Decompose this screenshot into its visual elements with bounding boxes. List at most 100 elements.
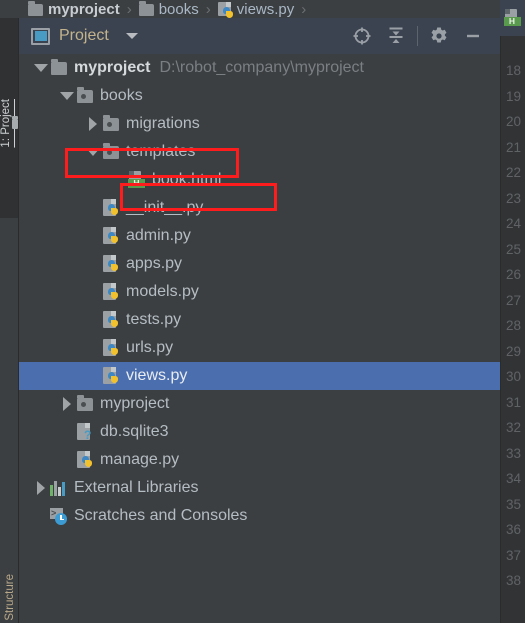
tree-row-toggle xyxy=(84,250,101,278)
settings-button[interactable] xyxy=(422,19,456,53)
line-number: 30 xyxy=(505,369,521,384)
source-folder-icon xyxy=(103,114,119,131)
tree-row-toggle xyxy=(84,334,101,362)
tree-row-label: templates xyxy=(126,143,196,160)
folder-icon xyxy=(12,116,18,129)
tree-row-icon xyxy=(101,142,121,162)
chevron-down-icon[interactable] xyxy=(85,148,100,156)
tree-row-toggle xyxy=(84,194,101,222)
tree-row-icon xyxy=(75,450,95,470)
tree-row-toggle xyxy=(84,306,101,334)
breadcrumb-separator: › xyxy=(205,1,211,18)
folder-icon xyxy=(28,0,43,16)
breadcrumb-item-books[interactable]: books xyxy=(138,0,199,18)
collapse-all-button[interactable] xyxy=(379,19,413,53)
tree-row-toggle[interactable] xyxy=(84,110,101,138)
python-file-icon xyxy=(103,367,119,385)
line-number: 20 xyxy=(505,114,521,129)
tree-row-toggle[interactable] xyxy=(32,54,49,82)
line-number: 34 xyxy=(505,471,521,486)
tree-row-toggle[interactable] xyxy=(84,138,101,166)
python-file-icon xyxy=(103,311,119,329)
sidebar-tab-structure[interactable]: Structure xyxy=(0,545,19,623)
line-number: 29 xyxy=(505,343,521,359)
select-opened-file-button[interactable] xyxy=(345,19,379,53)
tree-row-toggle[interactable] xyxy=(58,390,75,418)
tree-row-label: urls.py xyxy=(126,339,174,356)
breadcrumb-item-myproject[interactable]: myproject xyxy=(28,0,120,18)
tree-row[interactable]: Hbook.html xyxy=(19,166,500,194)
tree-row[interactable]: manage.py xyxy=(19,446,500,474)
tree-row[interactable]: tests.py xyxy=(19,306,500,334)
source-folder-icon xyxy=(77,86,93,103)
tree-row[interactable]: migrations xyxy=(19,110,500,138)
line-number: 26 xyxy=(505,267,521,282)
tree-row-label: manage.py xyxy=(100,451,180,468)
line-number: 38 xyxy=(505,573,521,588)
tree-row[interactable]: __init__.py xyxy=(19,194,500,222)
tree-row-icon xyxy=(101,338,121,358)
tree-row-label: admin.py xyxy=(126,227,191,244)
ide-window: myproject › books › views.py › 1: Projec… xyxy=(0,0,525,623)
tree-row[interactable]: admin.py xyxy=(19,222,500,250)
line-number: 28 xyxy=(505,318,521,333)
tree-row-label: views.py xyxy=(126,367,188,384)
breadcrumb-separator: › xyxy=(301,1,307,18)
tree-row[interactable]: myproject D:\robot_company\myproject xyxy=(19,54,500,82)
chevron-down-icon[interactable] xyxy=(125,33,138,39)
tree-row[interactable]: ? db.sqlite3 xyxy=(19,418,500,446)
python-file-icon xyxy=(217,2,233,18)
tree-row-toggle xyxy=(84,222,101,250)
breadcrumb-label: myproject xyxy=(48,1,120,18)
project-panel-title: Project xyxy=(59,27,109,44)
project-panel-toolbar: Project xyxy=(19,18,500,54)
locate-target-icon xyxy=(353,27,371,45)
tree-row-toggle xyxy=(84,278,101,306)
line-number: 24 xyxy=(505,216,521,231)
chevron-right-icon[interactable] xyxy=(88,117,97,131)
tree-row[interactable]: urls.py xyxy=(19,334,500,362)
source-folder-icon xyxy=(77,394,93,411)
tree-row-label: models.py xyxy=(126,283,199,300)
sidebar-tab-project[interactable]: 1: Project xyxy=(0,18,18,218)
tree-row-toggle[interactable] xyxy=(58,82,75,110)
line-number: 33 xyxy=(505,445,521,461)
tree-row[interactable]: templates xyxy=(19,138,500,166)
unknown-file-icon: ? xyxy=(77,423,93,441)
tree-row[interactable]: External Libraries xyxy=(19,474,500,502)
chevron-down-icon[interactable] xyxy=(59,92,74,100)
tree-row-toggle[interactable] xyxy=(32,474,49,502)
tree-row-icon xyxy=(49,58,69,78)
line-number: 37 xyxy=(505,547,521,563)
tree-row-toggle xyxy=(84,362,101,390)
editor-gutter: 18 19 20 21 22 23 24 25 26 27 28 29 30 31 32 33 34 35 36 37… xyxy=(500,18,525,623)
tree-row-icon xyxy=(101,114,121,134)
collapse-all-icon xyxy=(389,27,403,43)
breadcrumb-item-views-py[interactable]: views.py xyxy=(217,1,295,18)
folder-icon xyxy=(138,0,154,16)
line-number: 31 xyxy=(505,394,521,410)
chevron-right-icon[interactable] xyxy=(36,481,45,495)
external-libraries-icon xyxy=(50,480,68,496)
chevron-down-icon[interactable] xyxy=(33,64,48,72)
tree-row[interactable]: books xyxy=(19,82,500,110)
hide-button[interactable] xyxy=(456,19,490,53)
breadcrumb-label: views.py xyxy=(236,1,295,18)
tree-row[interactable]: views.py xyxy=(19,362,500,390)
toolbar-actions xyxy=(345,19,500,53)
tree-row[interactable]: myproject xyxy=(19,390,500,418)
tree-row[interactable]: apps.py xyxy=(19,250,500,278)
tree-row-icon xyxy=(101,226,121,246)
project-panel-title-group[interactable]: Project xyxy=(19,27,138,45)
source-folder-icon xyxy=(103,142,119,159)
project-tree[interactable]: myproject D:\robot_company\myproject books… xyxy=(19,54,500,623)
line-number: 18 xyxy=(505,63,521,78)
tree-row-label: migrations xyxy=(126,115,200,132)
tree-row[interactable]: > Scratches and Consoles xyxy=(19,502,500,530)
tree-row[interactable]: models.py xyxy=(19,278,500,306)
gear-icon xyxy=(431,27,447,43)
tree-row-toggle xyxy=(110,166,127,194)
tree-row-icon xyxy=(101,310,121,330)
tree-row-toggle xyxy=(58,446,75,474)
chevron-right-icon[interactable] xyxy=(62,397,71,411)
